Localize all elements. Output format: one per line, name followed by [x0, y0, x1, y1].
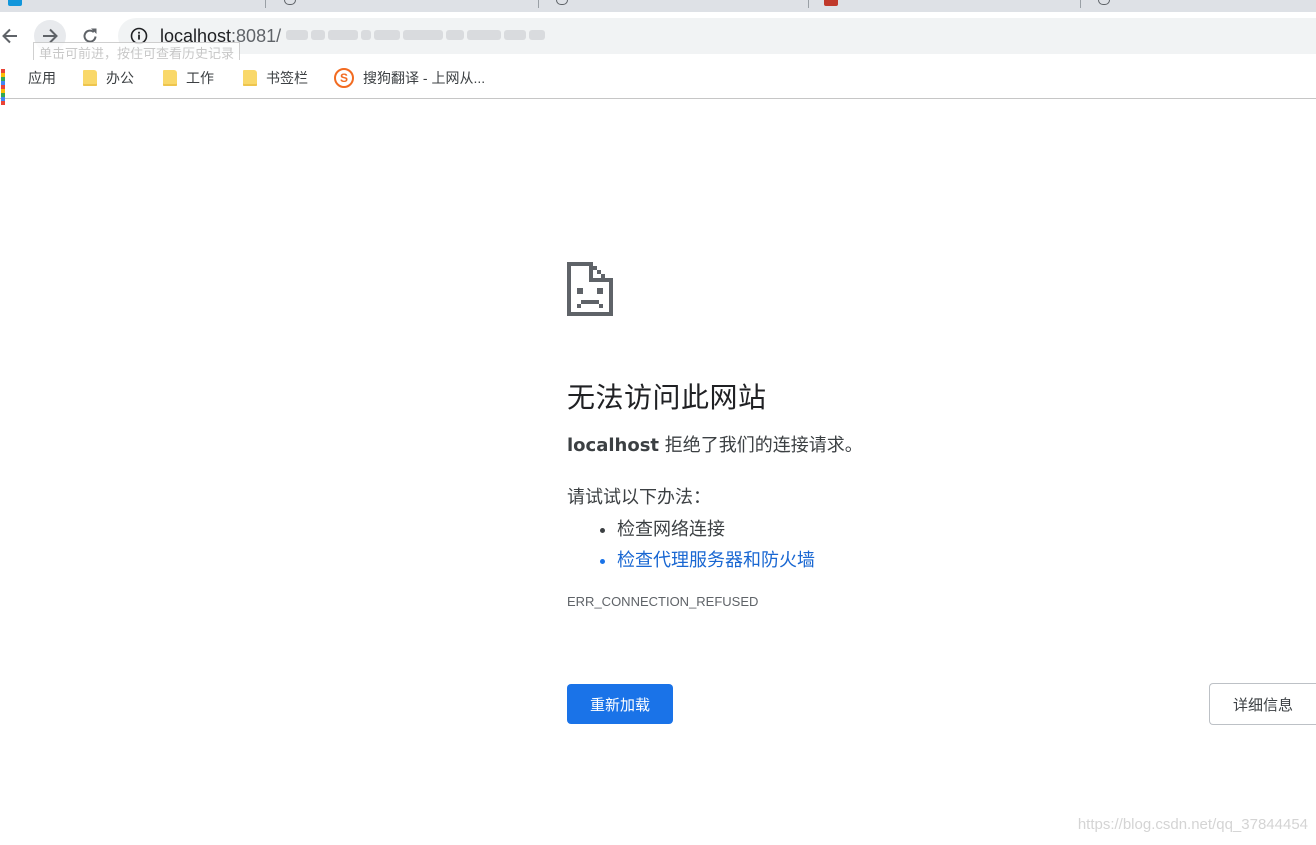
bookmarks-bar: 应用 办公 工作 书签栏 S 搜狗翻译 - 上网从... [0, 60, 1316, 105]
sad-page-icon [567, 262, 613, 316]
suggestion-check-network: 检查网络连接 [617, 514, 1167, 545]
suggestion-check-proxy-firewall[interactable]: 检查代理服务器和防火墙 [617, 545, 1167, 576]
watermark: https://blog.csdn.net/qq_37844454 [1077, 816, 1308, 833]
error-description: localhost 拒绝了我们的连接请求。 [567, 432, 1167, 460]
bookmark-sogou-translate[interactable]: S 搜狗翻译 - 上网从... [334, 68, 485, 88]
bookmark-label: 办公 [106, 70, 134, 86]
bookmark-folder-bookmarks[interactable]: 书签栏 [243, 68, 308, 88]
bookmark-apps[interactable]: 应用 [1, 68, 56, 105]
sogou-icon: S [334, 68, 354, 88]
tab-separator [538, 0, 539, 8]
folder-icon [83, 70, 97, 86]
error-code: ERR_CONNECTION_REFUSED [567, 594, 759, 609]
back-button[interactable] [0, 20, 26, 52]
apps-grid-icon [1, 69, 19, 105]
error-content: 无法访问此网站 localhost 拒绝了我们的连接请求。 请试试以下办法： 检… [567, 262, 1167, 611]
bookmark-label: 搜狗翻译 - 上网从... [363, 70, 486, 86]
tab-favicon[interactable] [8, 0, 22, 6]
bookmark-label: 应用 [28, 70, 56, 86]
reload-button[interactable]: 重新加载 [567, 684, 673, 724]
url-redacted-path [286, 30, 576, 44]
suggestions-heading: 请试试以下办法： [567, 487, 711, 508]
tab-favicon[interactable] [556, 0, 568, 5]
tab-separator [808, 0, 809, 8]
details-button[interactable]: 详细信息 [1209, 683, 1316, 725]
bookmark-folder-office[interactable]: 办公 [83, 68, 134, 88]
tab-separator [265, 0, 266, 8]
error-host: localhost [567, 435, 660, 456]
tab-separator [1080, 0, 1081, 8]
bookmark-label: 书签栏 [266, 70, 308, 86]
tab-favicon[interactable] [824, 0, 838, 6]
suggestion-link[interactable]: 检查代理服务器和防火墙 [617, 550, 815, 571]
address-bar[interactable]: localhost:8081/ [118, 18, 1316, 54]
folder-icon [163, 70, 177, 86]
suggestions-list: 检查网络连接 检查代理服务器和防火墙 [567, 514, 1167, 576]
bookmark-label: 工作 [186, 70, 214, 86]
arrow-left-icon [2, 28, 17, 44]
folder-icon [243, 70, 257, 86]
suggestion-text: 检查网络连接 [617, 519, 725, 540]
error-description-text: 拒绝了我们的连接请求。 [659, 435, 863, 456]
tab-favicon[interactable] [284, 0, 296, 5]
tab-strip [0, 0, 1316, 12]
error-title: 无法访问此网站 [567, 382, 767, 413]
bookmark-folder-work[interactable]: 工作 [163, 68, 214, 88]
tab-favicon[interactable] [1098, 0, 1110, 5]
